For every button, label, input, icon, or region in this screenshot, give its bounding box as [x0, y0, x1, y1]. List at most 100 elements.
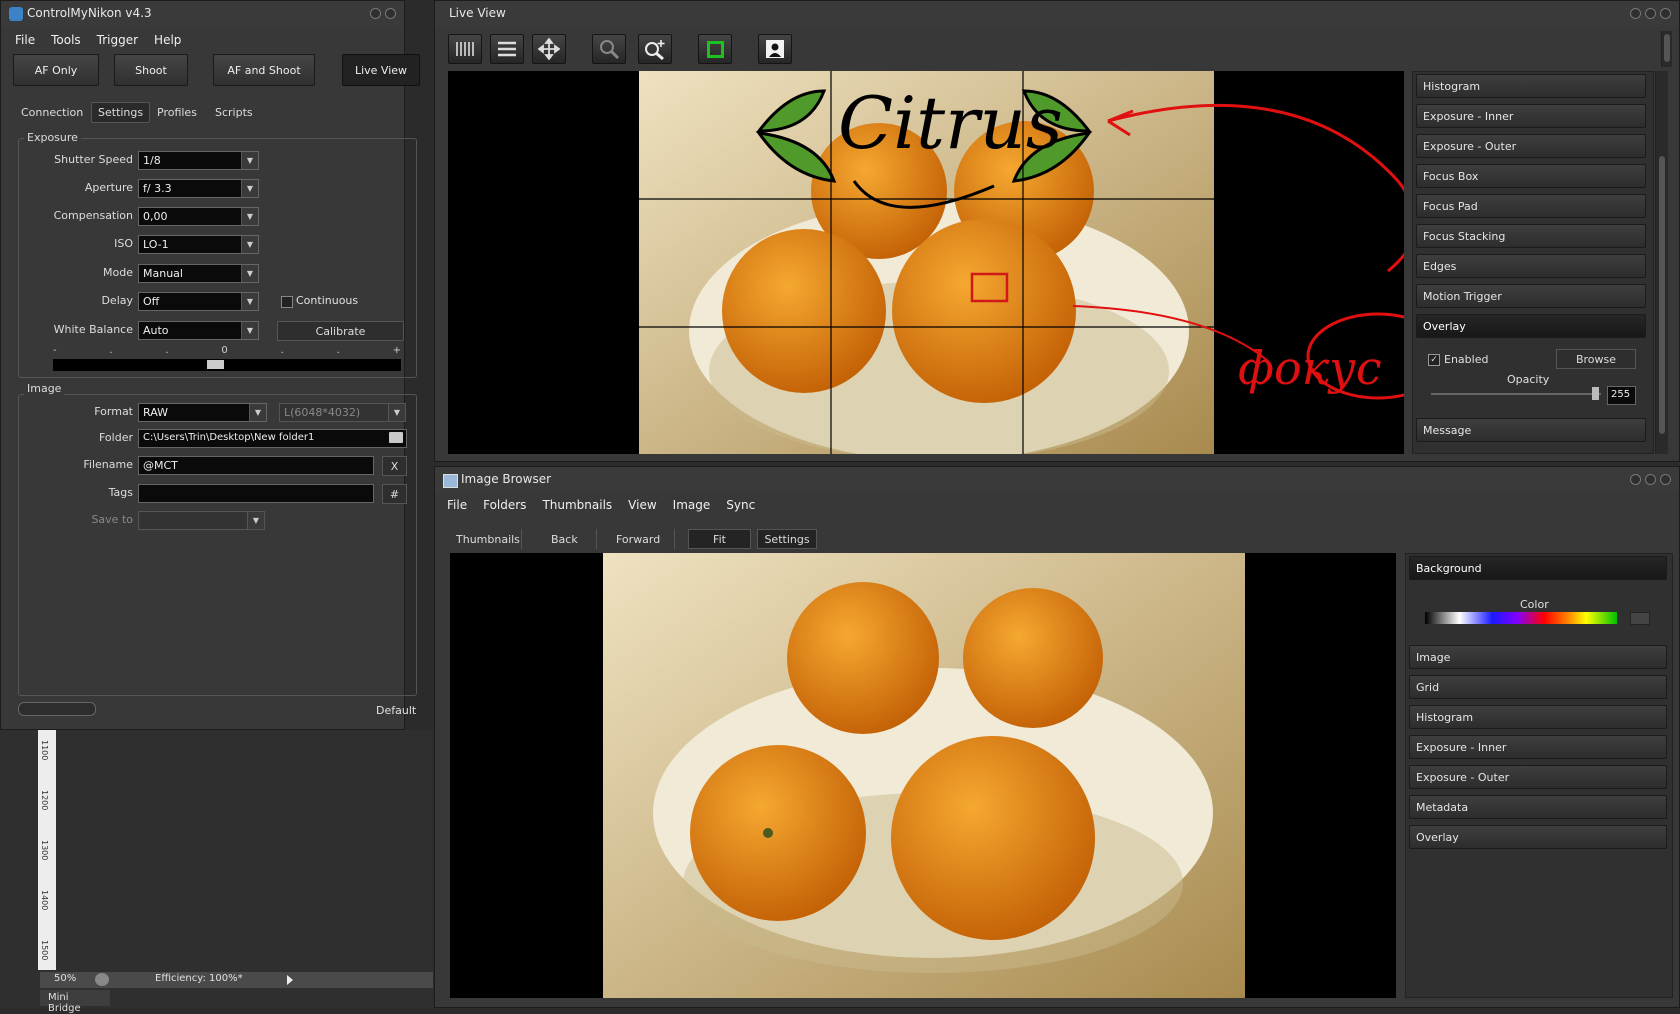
panel-focus-stacking[interactable]: Focus Stacking [1416, 224, 1646, 248]
browser-menu-image[interactable]: Image [673, 498, 711, 512]
shoot-button[interactable]: Shoot [114, 54, 188, 86]
calibrate-button[interactable]: Calibrate [277, 321, 404, 341]
panel-edges[interactable]: Edges [1416, 254, 1646, 278]
minimize-icon[interactable] [1630, 8, 1641, 19]
white-balance-select[interactable]: Auto ▼ [138, 321, 259, 340]
bottom-scrollbar[interactable] [18, 702, 96, 716]
focus-box-toggle-button[interactable] [698, 34, 732, 64]
wb-slider-track[interactable] [53, 359, 401, 371]
shutter-speed-select[interactable]: 1/8 ▼ [138, 151, 259, 170]
compensation-select[interactable]: 0,00 ▼ [138, 207, 259, 226]
clear-filename-button[interactable]: X [382, 456, 407, 476]
browser-menu-view[interactable]: View [628, 498, 656, 512]
filename-field[interactable]: @MCT [138, 456, 374, 475]
menu-trigger[interactable]: Trigger [97, 33, 138, 47]
opacity-slider[interactable] [1431, 393, 1601, 395]
browser-forward-button[interactable]: Forward [610, 530, 666, 549]
histogram-tool-button[interactable] [448, 34, 482, 64]
menu-tools[interactable]: Tools [51, 33, 81, 47]
move-tool-button[interactable] [532, 34, 566, 64]
wb-slider-handle[interactable] [207, 360, 224, 369]
panel-focus-pad[interactable]: Focus Pad [1416, 194, 1646, 218]
maximize-icon[interactable] [1645, 474, 1656, 485]
opacity-slider-handle[interactable] [1592, 387, 1599, 400]
wb-scale: - . . 0 . . + [53, 345, 401, 356]
browser-settings-button[interactable]: Settings [757, 529, 817, 549]
scrollbar-thumb[interactable] [1664, 34, 1670, 62]
maximize-icon[interactable] [1645, 8, 1656, 19]
af-and-shoot-button[interactable]: AF and Shoot [213, 54, 315, 86]
aperture-select[interactable]: f/ 3.3 ▼ [138, 179, 259, 198]
panel-image[interactable]: Image [1409, 645, 1667, 669]
opacity-value-field[interactable]: 255 [1607, 386, 1636, 405]
browser-menu-folders[interactable]: Folders [483, 498, 526, 512]
live-view-titlebar: Live View [435, 1, 1679, 27]
zoom-in-button[interactable] [638, 34, 672, 64]
panel-scrollbar-thumb[interactable] [1659, 156, 1665, 434]
browser-menu-file[interactable]: File [447, 498, 467, 512]
live-view-canvas[interactable]: Citrus фокус [448, 71, 1404, 454]
live-view-button[interactable]: Live View [342, 54, 420, 86]
color-gradient-slider[interactable] [1425, 612, 1617, 624]
chevron-down-icon: ▼ [249, 404, 266, 421]
mode-select[interactable]: Manual ▼ [138, 264, 259, 283]
panel-histogram[interactable]: Histogram [1416, 74, 1646, 98]
panel-motion-trigger[interactable]: Motion Trigger [1416, 284, 1646, 308]
close-icon[interactable] [385, 8, 396, 19]
menu-file[interactable]: File [15, 33, 35, 47]
overlay-enabled-checkbox[interactable]: ✓ [1428, 354, 1440, 366]
tags-hash-button[interactable]: # [382, 484, 407, 504]
panel-grid[interactable]: Grid [1409, 675, 1667, 699]
tab-settings[interactable]: Settings [91, 102, 151, 123]
folder-open-icon[interactable] [389, 432, 403, 443]
minimize-icon[interactable] [370, 8, 381, 19]
color-reset-button[interactable] [1630, 612, 1650, 625]
overlay-browse-button[interactable]: Browse [1556, 349, 1636, 369]
white-balance-label: White Balance [53, 323, 133, 336]
close-icon[interactable] [1660, 8, 1671, 19]
continuous-checkbox[interactable] [281, 296, 293, 308]
chevron-down-icon: ▼ [241, 293, 258, 310]
panel-metadata[interactable]: Metadata [1409, 795, 1667, 819]
play-icon[interactable] [287, 975, 293, 985]
af-only-button[interactable]: AF Only [13, 54, 99, 86]
panel-browser-histogram[interactable]: Histogram [1409, 705, 1667, 729]
panel-message[interactable]: Message [1416, 418, 1646, 442]
scale-mark: 0 [221, 345, 228, 356]
minimize-icon[interactable] [1630, 474, 1641, 485]
panel-overlay[interactable]: Overlay [1416, 314, 1646, 338]
zoom-out-button[interactable] [592, 34, 626, 64]
browser-fit-button[interactable]: Fit [688, 529, 751, 549]
portrait-tool-button[interactable] [758, 34, 792, 64]
panel-browser-exposure-inner[interactable]: Exposure - Inner [1409, 735, 1667, 759]
folder-field[interactable]: C:\Users\Trin\Desktop\New folder1 [138, 429, 407, 448]
mini-bridge-tab[interactable]: Mini Bridge [40, 990, 110, 1014]
toolbar-scrollbar[interactable] [1661, 31, 1672, 67]
browser-canvas[interactable] [450, 553, 1396, 998]
browser-menu-sync[interactable]: Sync [726, 498, 755, 512]
delay-select[interactable]: Off ▼ [138, 292, 259, 311]
focus-annotation: фокус [1238, 341, 1382, 395]
format-select[interactable]: RAW ▼ [138, 403, 267, 422]
panel-focus-box[interactable]: Focus Box [1416, 164, 1646, 188]
browser-thumbnails-button[interactable]: Thumbnails [450, 530, 526, 549]
browser-back-button[interactable]: Back [545, 530, 584, 549]
scale-mark: + [392, 345, 401, 356]
iso-select[interactable]: LO-1 ▼ [138, 235, 259, 254]
panel-background[interactable]: Background [1409, 556, 1667, 580]
tab-connection[interactable]: Connection [15, 103, 89, 122]
browser-menu-thumbnails[interactable]: Thumbnails [542, 498, 612, 512]
close-icon[interactable] [1660, 474, 1671, 485]
ruler-labels: 1100 1200 1300 1400 1500 [40, 730, 52, 970]
panel-browser-exposure-outer[interactable]: Exposure - Outer [1409, 765, 1667, 789]
panel-exposure-outer[interactable]: Exposure - Outer [1416, 134, 1646, 158]
panel-browser-overlay[interactable]: Overlay [1409, 825, 1667, 849]
tab-scripts[interactable]: Scripts [209, 103, 259, 122]
tags-field[interactable] [138, 484, 374, 503]
menu-tool-button[interactable] [490, 34, 524, 64]
folder-value: C:\Users\Trin\Desktop\New folder1 [143, 432, 315, 443]
panel-scrollbar[interactable] [1655, 71, 1668, 454]
menu-help[interactable]: Help [154, 33, 181, 47]
panel-exposure-inner[interactable]: Exposure - Inner [1416, 104, 1646, 128]
tab-profiles[interactable]: Profiles [151, 103, 203, 122]
